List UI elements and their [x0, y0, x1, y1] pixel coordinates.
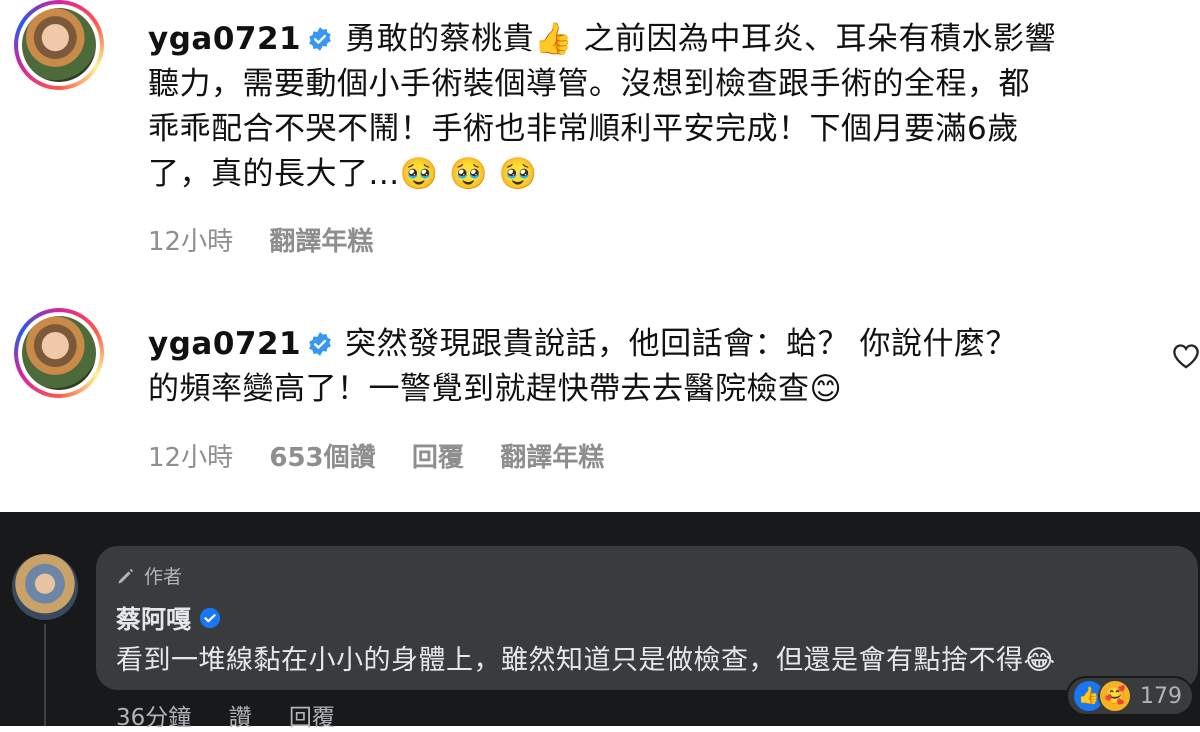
likes-count[interactable]: 653個讚: [269, 443, 375, 473]
care-reaction-icon: 🥰: [1098, 679, 1132, 713]
avatar[interactable]: [12, 554, 78, 620]
like-button[interactable]: 讚: [229, 705, 252, 731]
comment-line: 的頻率變高了！一警覺到就趕快帶去去醫院檢查😊: [148, 371, 843, 407]
translate-button[interactable]: 翻譯年糕: [500, 443, 604, 473]
comment-text: yga0721 突然發現跟貴說話，他回話會：蛤？ 你說什麼？ 的頻率變高了！一警覺…: [148, 322, 1168, 412]
comment-meta: 12小時 翻譯年糕: [148, 221, 401, 258]
heart-icon[interactable]: [1172, 343, 1200, 369]
username-link[interactable]: yga0721: [148, 326, 301, 362]
commenter-name-link[interactable]: 蔡阿嘎: [116, 600, 191, 636]
avatar-photo: [22, 8, 96, 82]
comment-bubble: 作者 蔡阿嘎 看到一堆線黏在小小的身體上，雖然知道只是做檢查，但還是會有點捨不得…: [96, 546, 1198, 690]
author-tag: 作者: [116, 562, 182, 589]
fb-comment-section: 作者 蔡阿嘎 看到一堆線黏在小小的身體上，雖然知道只是做檢查，但還是會有點捨不得…: [0, 512, 1200, 731]
comment-actions: 36分鐘 讚 回覆: [116, 698, 365, 732]
comment-line: 乖乖配合不哭不鬧！手術也非常順利平安完成！下個月要滿6歲: [148, 111, 1019, 147]
reply-button[interactable]: 回覆: [412, 443, 464, 473]
avatar[interactable]: [14, 0, 104, 90]
comment-text: yga0721 勇敢的蔡桃貴👍 之前因為中耳炎、耳朵有積水影響 聽力，需要動個小手…: [148, 17, 1168, 197]
timestamp[interactable]: 36分鐘: [116, 705, 191, 731]
comment-line: 聽力，需要動個小手術裝個導管。沒想到檢查跟手術的全程，都: [148, 66, 1030, 102]
comment-line: 突然發現跟貴說話，他回話會：蛤？ 你說什麼？: [345, 326, 1017, 362]
pen-icon: [118, 568, 134, 583]
comment-meta: 12小時 653個讚 回覆 翻譯年糕: [148, 437, 632, 474]
reply-button[interactable]: 回覆: [289, 705, 335, 731]
username-link[interactable]: yga0721: [148, 21, 301, 57]
verified-badge-icon: [309, 332, 331, 356]
verified-badge-icon: [309, 27, 331, 51]
reaction-count: 179: [1140, 683, 1182, 709]
avatar[interactable]: [14, 308, 104, 398]
reactions-summary[interactable]: 👍 🥰 179: [1066, 676, 1194, 716]
timestamp: 12小時: [148, 443, 234, 473]
avatar-photo: [22, 316, 96, 390]
timestamp: 12小時: [148, 227, 234, 257]
translate-button[interactable]: 翻譯年糕: [269, 227, 373, 257]
thread-line: [44, 624, 46, 726]
verified-badge-icon: [199, 607, 221, 629]
comment-line: 了，真的長大了...🥹 🥹 🥹: [148, 156, 538, 192]
commenter-name: 蔡阿嘎: [116, 600, 221, 636]
comment-text: 看到一堆線黏在小小的身體上，雖然知道只是做檢查，但還是會有點捨不得😂: [116, 645, 1056, 676]
comment-line: 勇敢的蔡桃貴👍 之前因為中耳炎、耳朵有積水影響: [345, 21, 1057, 57]
